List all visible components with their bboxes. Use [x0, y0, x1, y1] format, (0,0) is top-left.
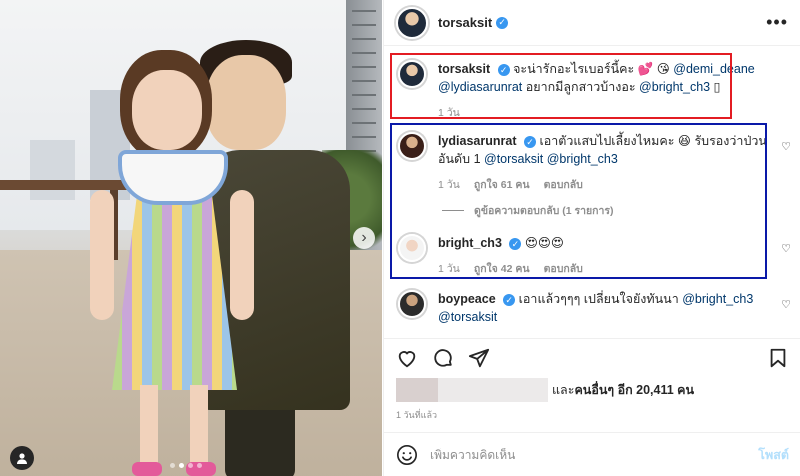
carousel-dot: [179, 463, 184, 468]
post-header: torsaksit ✓ •••: [384, 0, 800, 46]
likes-text: และคนอื่นๆ อีก 20,411 คน: [552, 380, 694, 400]
highlight-box-red: [390, 53, 732, 119]
verified-badge-icon: ✓: [503, 293, 516, 306]
likes-summary: และคนอื่นๆ อีก 20,411 คน: [396, 376, 694, 404]
post-photo[interactable]: ›: [0, 0, 382, 476]
comment-icon[interactable]: [432, 347, 454, 369]
chevron-right-icon: ›: [361, 229, 367, 246]
likes-others-link[interactable]: คนอื่นๆ อีก 20,411 คน: [574, 383, 694, 397]
like-comment-icon[interactable]: ♡: [781, 242, 791, 255]
like-comment-icon[interactable]: ♡: [781, 298, 791, 311]
comment-input[interactable]: [430, 447, 759, 462]
comment-item: boypeace ✓ เอาแล้วๆๆๆ เปลี่ยนใจยังทันนา …: [398, 290, 778, 326]
carousel-dot: [188, 463, 193, 468]
carousel-next-button[interactable]: ›: [353, 227, 375, 249]
bookmark-icon[interactable]: [767, 347, 789, 369]
photo-girl-arm: [90, 190, 114, 320]
avatar[interactable]: [396, 6, 428, 39]
like-comment-icon[interactable]: ♡: [781, 140, 791, 153]
comment-text-segment: เอาแล้วๆๆๆ เปลี่ยนใจยังทันนา: [518, 292, 683, 306]
photo-girl-leg: [190, 385, 208, 465]
avatar[interactable]: [398, 290, 426, 318]
post-username[interactable]: torsaksit: [438, 15, 492, 30]
photo-girl-leg: [140, 385, 158, 465]
photo-building: [30, 140, 75, 200]
likes-prefix: และ: [552, 383, 575, 397]
mention-link[interactable]: @torsaksit: [438, 310, 497, 324]
blurred-region: [438, 378, 548, 402]
verified-badge-icon: ✓: [496, 16, 509, 29]
user-icon: [17, 453, 27, 464]
photo-girl-face: [132, 70, 202, 150]
carousel-dots: [170, 463, 202, 468]
post-actions-bar: [384, 338, 800, 376]
comment-username[interactable]: boypeace: [438, 292, 496, 306]
carousel-dot: [170, 463, 175, 468]
more-options-icon[interactable]: •••: [766, 12, 788, 33]
photo-girl-collar: [118, 150, 228, 205]
tagged-users-button[interactable]: [10, 446, 34, 470]
heart-icon[interactable]: [396, 347, 418, 369]
highlight-box-blue: [390, 123, 767, 279]
add-comment-bar: โพสต์: [384, 432, 800, 476]
blurred-region: [396, 378, 438, 402]
post-comment-button[interactable]: โพสต์: [758, 445, 789, 465]
photo-table: [0, 180, 130, 190]
photo-man-head: [206, 55, 286, 150]
share-icon[interactable]: [468, 347, 490, 369]
comment-body: boypeace ✓ เอาแล้วๆๆๆ เปลี่ยนใจยังทันนา …: [438, 290, 778, 326]
liked-by-blurred: [396, 378, 548, 402]
post-timestamp: 1 วันที่แล้ว: [396, 410, 438, 420]
mention-link[interactable]: @bright_ch3: [682, 292, 753, 306]
photo-girl-arm: [230, 190, 254, 320]
photo-girl-shoe: [132, 462, 162, 476]
emoji-icon[interactable]: [396, 444, 418, 466]
carousel-dot: [197, 463, 202, 468]
